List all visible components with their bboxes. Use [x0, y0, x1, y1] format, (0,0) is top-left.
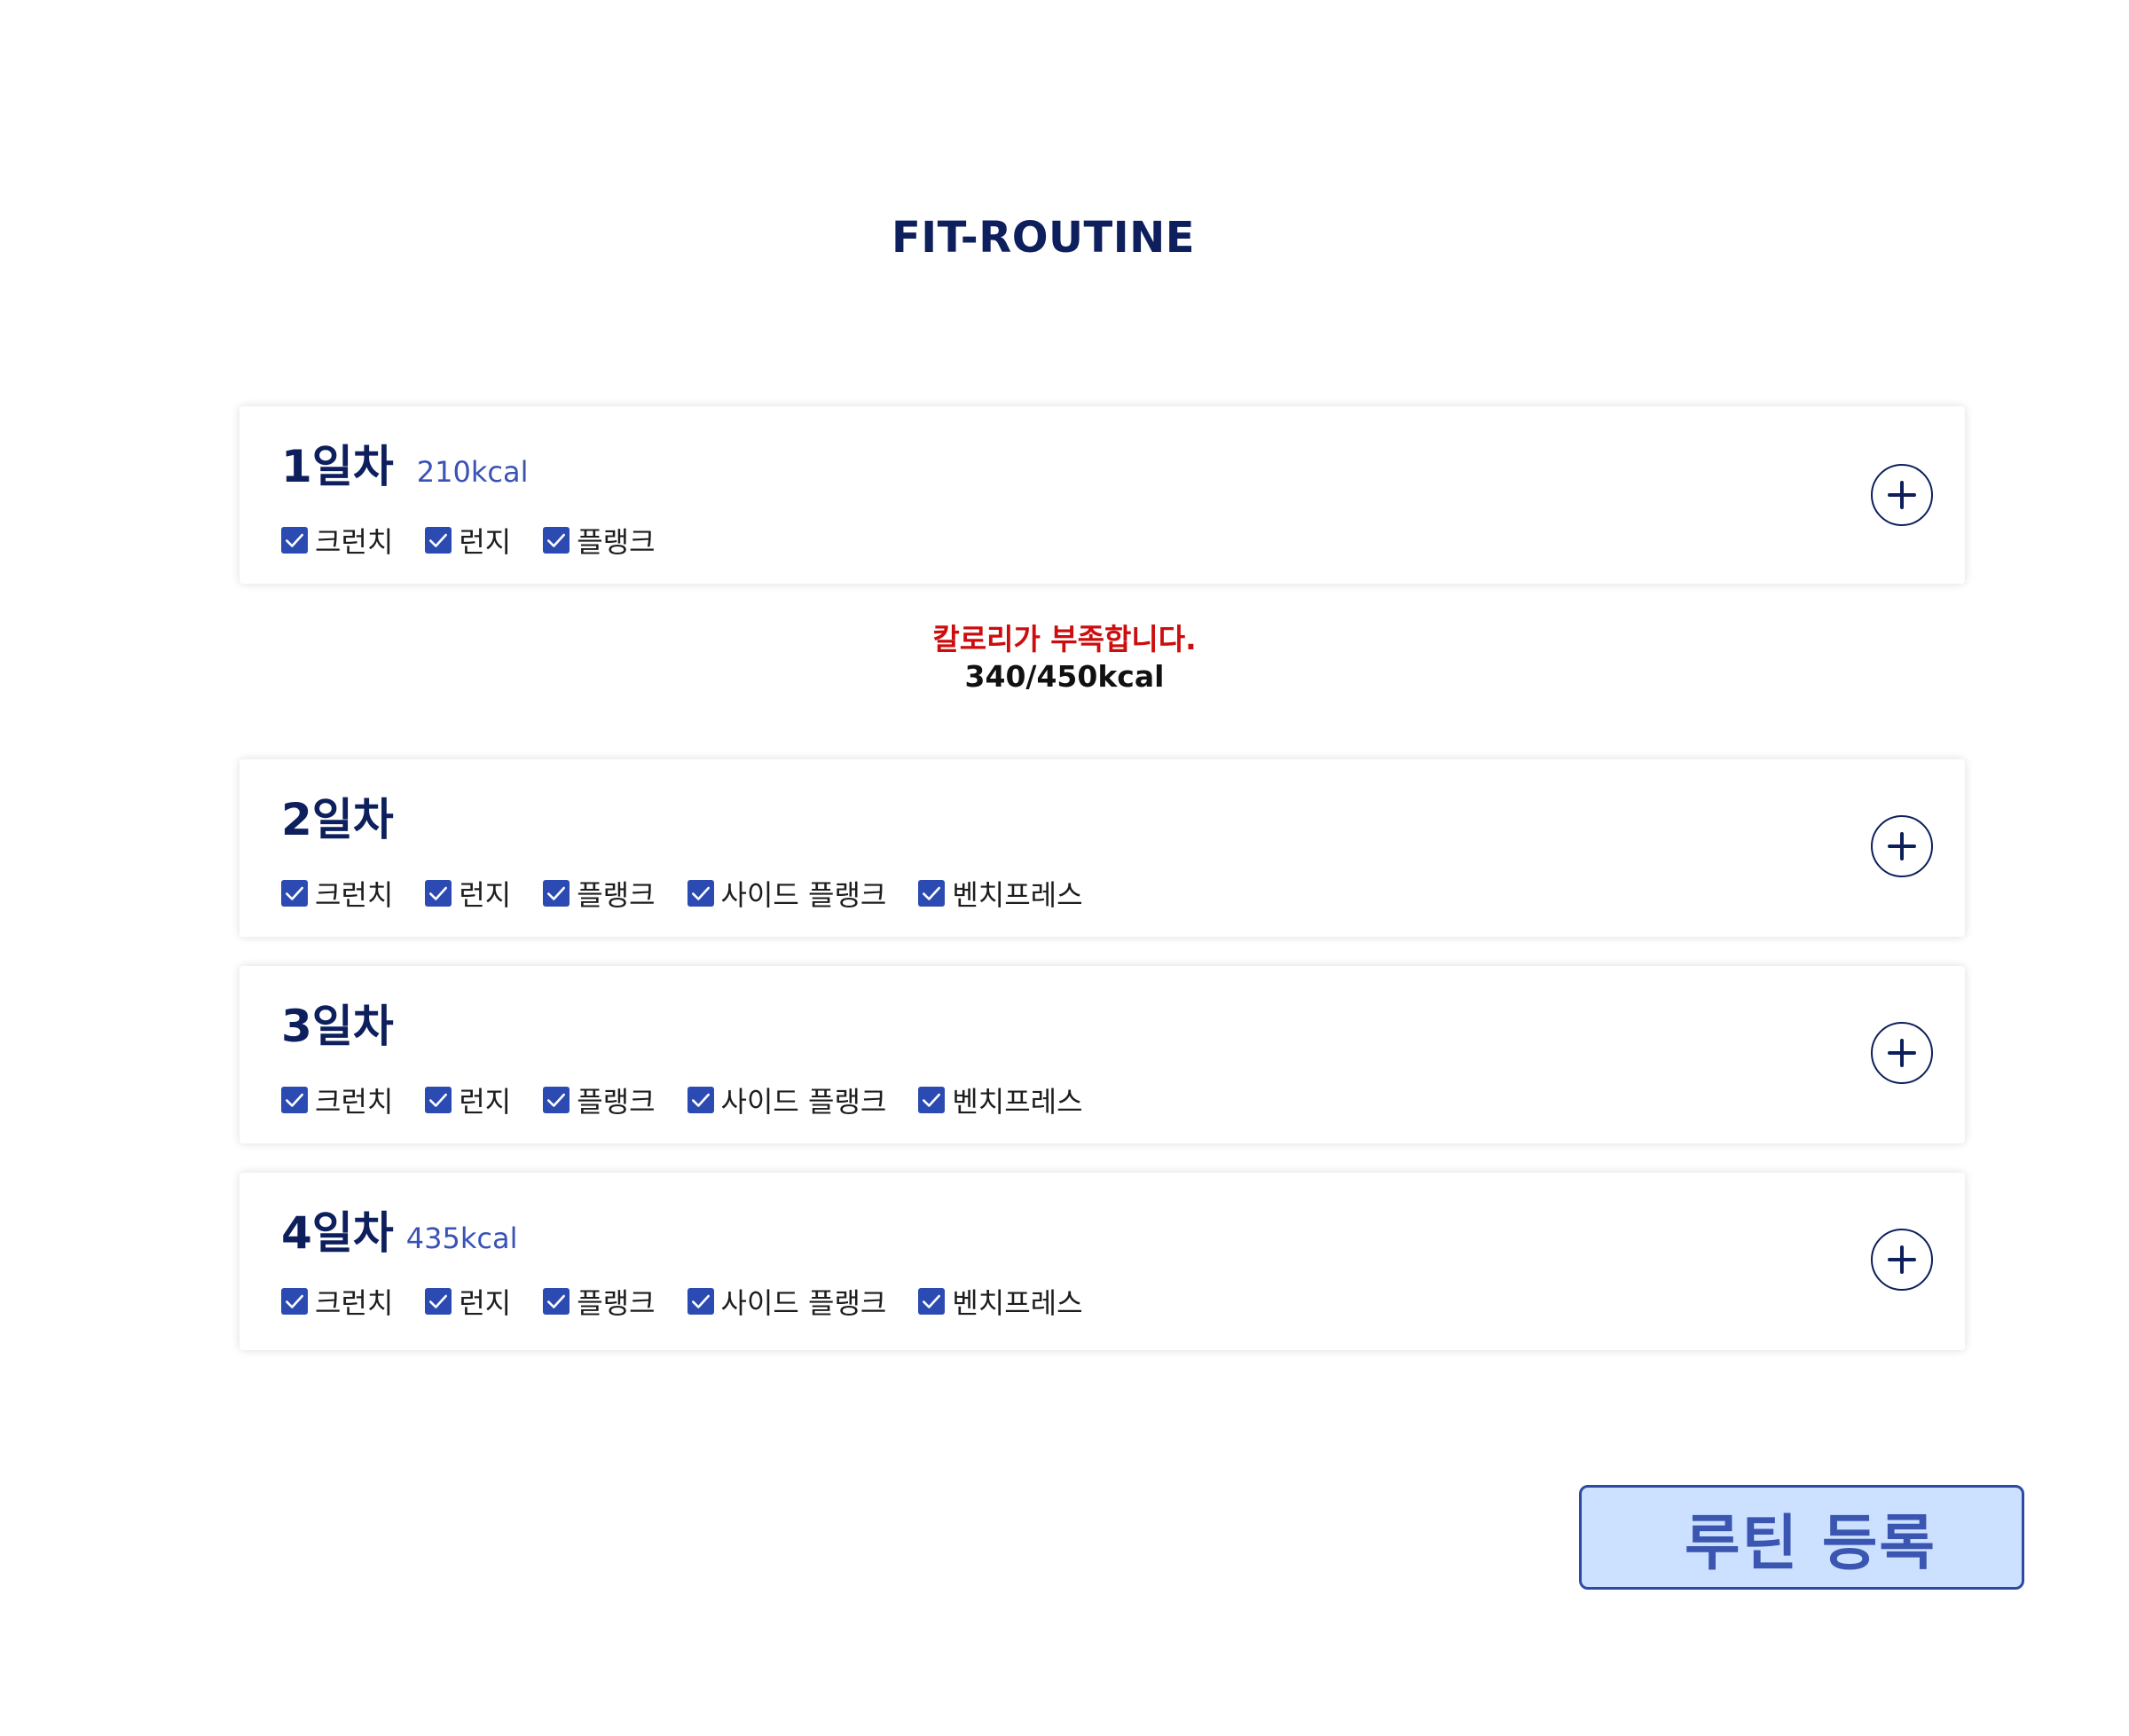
exercise-label: 크런치	[315, 525, 394, 559]
exercise-item[interactable]: 사이드 플랭크	[687, 873, 887, 914]
exercise-label: 런지	[459, 1085, 512, 1119]
exercise-label: 플랭크	[577, 878, 656, 912]
exercise-label: 런지	[459, 525, 512, 559]
exercise-list: 크런치 런지 플랭크 사이드 플랭크 벤치프레스	[281, 873, 1115, 914]
exercise-label: 사이드 플랭크	[720, 878, 887, 912]
exercise-item[interactable]: 벤치프레스	[918, 1080, 1083, 1120]
calorie-warning: 칼로리가 부족합니다. 340/450kcal	[0, 621, 2129, 695]
plus-icon	[1888, 1039, 1916, 1067]
exercise-label: 플랭크	[577, 525, 656, 559]
exercise-list: 크런치 런지 플랭크 사이드 플랭크 벤치프레스	[281, 1281, 1115, 1322]
exercise-label: 크런치	[315, 1085, 394, 1119]
check-icon[interactable]	[918, 1087, 946, 1113]
exercise-item[interactable]: 플랭크	[543, 520, 656, 561]
day-title: 1일차	[281, 441, 394, 492]
exercise-label: 벤치프레스	[952, 878, 1083, 912]
plus-icon	[1888, 481, 1916, 509]
day-card-2: 2일차 크런치 런지 플랭크 사이드 플랭크 벤치프레스	[240, 759, 1965, 937]
register-routine-button[interactable]: 루틴 등록	[1579, 1485, 2024, 1590]
exercise-label: 사이드 플랭크	[720, 1286, 887, 1320]
exercise-label: 플랭크	[577, 1286, 656, 1320]
plus-icon	[1888, 1245, 1916, 1274]
exercise-item[interactable]: 벤치프레스	[918, 873, 1083, 914]
exercise-list: 크런치 런지 플랭크 사이드 플랭크 벤치프레스	[281, 1080, 1115, 1120]
plus-icon	[1888, 832, 1916, 860]
check-icon[interactable]	[687, 1087, 714, 1113]
exercise-item[interactable]: 크런치	[281, 1281, 393, 1322]
check-icon[interactable]	[543, 1288, 570, 1315]
day-header: 4일차 435kcal	[281, 1198, 518, 1261]
exercise-item[interactable]: 크런치	[281, 1080, 393, 1120]
add-exercise-button[interactable]	[1871, 815, 1933, 877]
day-card-4: 4일차 435kcal 크런치 런지 플랭크 사이드 플랭크 벤치프레스	[240, 1173, 1965, 1350]
check-icon[interactable]	[918, 880, 946, 907]
exercise-label: 벤치프레스	[952, 1286, 1083, 1320]
exercise-label: 벤치프레스	[952, 1085, 1083, 1119]
day-card-1: 1일차 210kcal 크런치 런지 플랭크	[240, 406, 1965, 584]
check-icon[interactable]	[425, 527, 452, 554]
day-kcal: 435kcal	[405, 1221, 518, 1255]
check-icon[interactable]	[425, 1087, 452, 1113]
calorie-total: 340/450kcal	[964, 659, 1165, 694]
check-icon[interactable]	[425, 880, 452, 907]
exercise-label: 크런치	[315, 878, 394, 912]
exercise-item[interactable]: 런지	[425, 1281, 511, 1322]
add-exercise-button[interactable]	[1871, 464, 1933, 526]
day-title: 4일차	[281, 1207, 394, 1259]
exercise-item[interactable]: 런지	[425, 520, 511, 561]
exercise-label: 플랭크	[577, 1085, 656, 1119]
check-icon[interactable]	[281, 880, 308, 907]
day-header: 1일차 210kcal	[281, 431, 529, 495]
check-icon[interactable]	[687, 1288, 714, 1315]
day-title: 2일차	[281, 794, 394, 845]
app-title: FIT-ROUTINE	[891, 213, 1196, 263]
check-icon[interactable]	[687, 880, 714, 907]
check-icon[interactable]	[281, 1288, 308, 1315]
check-icon[interactable]	[543, 1087, 570, 1113]
exercise-item[interactable]: 플랭크	[543, 1281, 656, 1322]
exercise-label: 런지	[459, 878, 512, 912]
day-card-3: 3일차 크런치 런지 플랭크 사이드 플랭크 벤치프레스	[240, 966, 1965, 1143]
exercise-item[interactable]: 크런치	[281, 873, 393, 914]
exercise-label: 크런치	[315, 1286, 394, 1320]
check-icon[interactable]	[281, 1087, 308, 1113]
day-header: 3일차	[281, 991, 417, 1055]
check-icon[interactable]	[425, 1288, 452, 1315]
exercise-item[interactable]: 플랭크	[543, 1080, 656, 1120]
check-icon[interactable]	[281, 527, 308, 554]
day-kcal: 210kcal	[416, 455, 529, 489]
exercise-label: 사이드 플랭크	[720, 1085, 887, 1119]
exercise-label: 런지	[459, 1286, 512, 1320]
exercise-item[interactable]: 벤치프레스	[918, 1281, 1083, 1322]
warning-message: 칼로리가 부족합니다.	[932, 622, 1197, 656]
exercise-item[interactable]: 플랭크	[543, 873, 656, 914]
day-title: 3일차	[281, 1001, 394, 1052]
exercise-item[interactable]: 사이드 플랭크	[687, 1281, 887, 1322]
check-icon[interactable]	[918, 1288, 946, 1315]
check-icon[interactable]	[543, 880, 570, 907]
exercise-item[interactable]: 런지	[425, 873, 511, 914]
exercise-item[interactable]: 런지	[425, 1080, 511, 1120]
exercise-item[interactable]: 크런치	[281, 520, 393, 561]
day-header: 2일차	[281, 784, 417, 848]
exercise-item[interactable]: 사이드 플랭크	[687, 1080, 887, 1120]
check-icon[interactable]	[543, 527, 570, 554]
exercise-list: 크런치 런지 플랭크	[281, 520, 687, 561]
add-exercise-button[interactable]	[1871, 1229, 1933, 1291]
add-exercise-button[interactable]	[1871, 1022, 1933, 1084]
